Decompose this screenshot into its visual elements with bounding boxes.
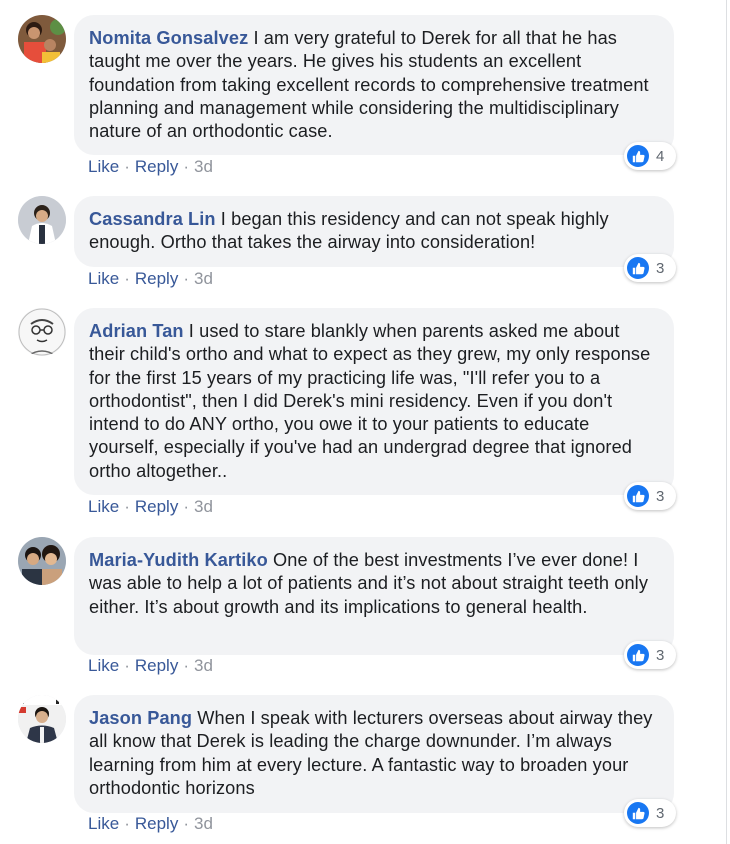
reply-link[interactable]: Reply (135, 157, 178, 176)
separator: · (183, 157, 189, 176)
separator: · (124, 157, 130, 176)
comment-text: I used to stare blankly when parents ask… (89, 321, 651, 481)
thumbs-up-icon (627, 257, 649, 279)
comment-actions: Like · Reply · 3d (88, 157, 213, 177)
timestamp[interactable]: 3d (194, 814, 213, 833)
timestamp[interactable]: 3d (194, 497, 213, 516)
timestamp[interactable]: 3d (194, 269, 213, 288)
avatar[interactable] (18, 695, 66, 743)
reaction-count[interactable]: 3 (624, 482, 676, 510)
timestamp[interactable]: 3d (194, 157, 213, 176)
comment-actions: Like · Reply · 3d (88, 497, 213, 517)
like-link[interactable]: Like (88, 269, 119, 288)
separator: · (124, 814, 130, 833)
comment-bubble: Maria-Yudith Kartiko One of the best inv… (74, 537, 674, 655)
avatar[interactable] (18, 15, 66, 63)
reaction-count[interactable]: 3 (624, 254, 676, 282)
avatar[interactable] (18, 196, 66, 244)
comment-actions: Like · Reply · 3d (88, 269, 213, 289)
comment-actions: Like · Reply · 3d (88, 656, 213, 676)
reaction-count[interactable]: 4 (624, 142, 676, 170)
reaction-count-value: 3 (656, 646, 665, 664)
like-link[interactable]: Like (88, 157, 119, 176)
comment-author[interactable]: Maria-Yudith Kartiko (89, 550, 268, 570)
comment-author[interactable]: Jason Pang (89, 708, 192, 728)
reply-link[interactable]: Reply (135, 656, 178, 675)
reply-link[interactable]: Reply (135, 497, 178, 516)
comment-actions: Like · Reply · 3d (88, 814, 213, 834)
like-link[interactable]: Like (88, 497, 119, 516)
like-link[interactable]: Like (88, 814, 119, 833)
comment-author[interactable]: Nomita Gonsalvez (89, 28, 248, 48)
separator: · (183, 814, 189, 833)
comment-author[interactable]: Cassandra Lin (89, 209, 216, 229)
comment-bubble: Jason Pang When I speak with lecturers o… (74, 695, 674, 813)
comment-bubble: Adrian Tan I used to stare blankly when … (74, 308, 674, 495)
reaction-count-value: 3 (656, 259, 665, 277)
like-link[interactable]: Like (88, 656, 119, 675)
comment-author[interactable]: Adrian Tan (89, 321, 184, 341)
thumbs-up-icon (627, 145, 649, 167)
thumbs-up-icon (627, 644, 649, 666)
timestamp[interactable]: 3d (194, 656, 213, 675)
reaction-count-value: 3 (656, 487, 665, 505)
separator: · (124, 656, 130, 675)
reaction-count-value: 4 (656, 147, 665, 165)
reply-link[interactable]: Reply (135, 814, 178, 833)
avatar[interactable] (18, 537, 66, 585)
separator: · (124, 497, 130, 516)
reaction-count[interactable]: 3 (624, 799, 676, 827)
reaction-count[interactable]: 3 (624, 641, 676, 669)
reply-link[interactable]: Reply (135, 269, 178, 288)
thumbs-up-icon (627, 802, 649, 824)
separator: · (124, 269, 130, 288)
separator: · (183, 656, 189, 675)
comment-bubble: Cassandra Lin I began this residency and… (74, 196, 674, 267)
reaction-count-value: 3 (656, 804, 665, 822)
avatar[interactable] (18, 308, 66, 356)
page-divider (726, 0, 727, 844)
thumbs-up-icon (627, 485, 649, 507)
separator: · (183, 497, 189, 516)
comment-bubble: Nomita Gonsalvez I am very grateful to D… (74, 15, 674, 155)
separator: · (183, 269, 189, 288)
